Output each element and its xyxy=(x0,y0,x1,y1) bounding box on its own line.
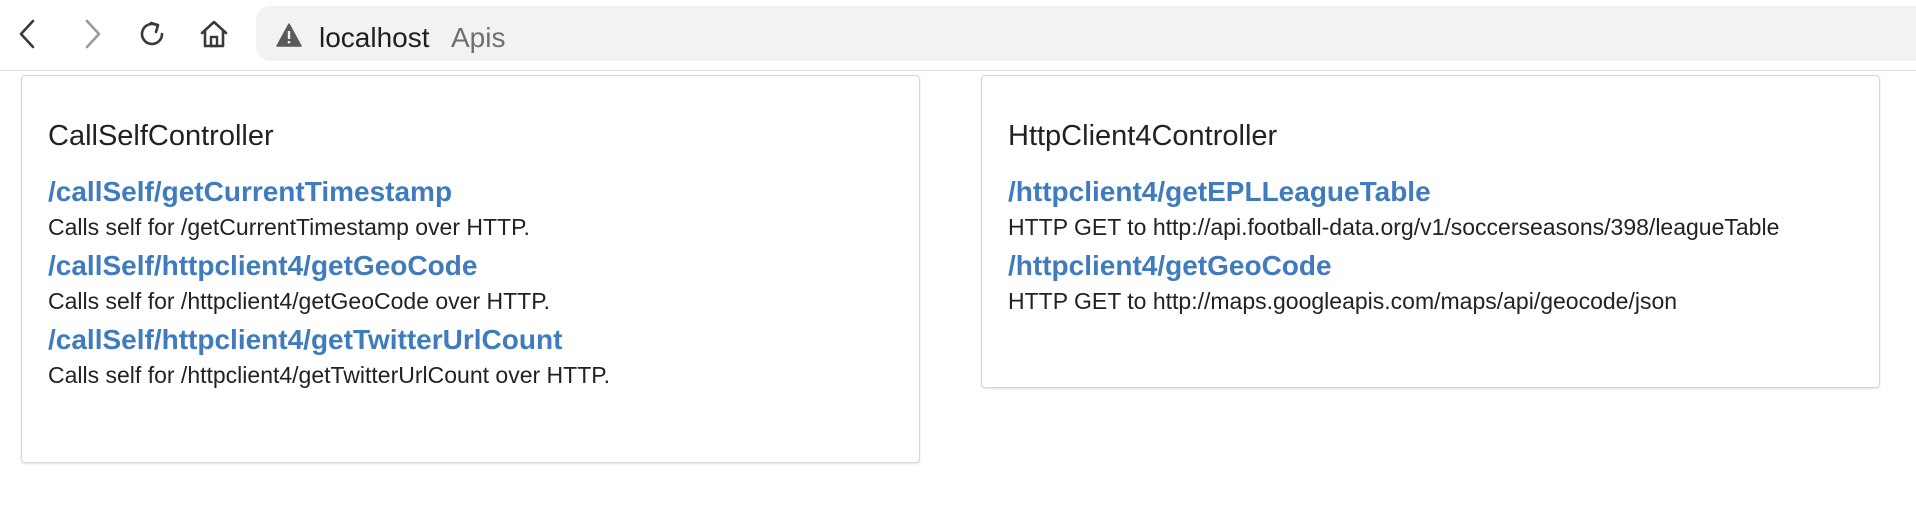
endpoint-link[interactable]: /callSelf/httpclient4/getGeoCode xyxy=(48,249,908,283)
reload-icon xyxy=(140,21,164,46)
endpoint-item: /callSelf/httpclient4/getTwitterUrlCount… xyxy=(48,323,908,391)
reload-button[interactable] xyxy=(128,10,176,58)
controller-card-httpclient4: HttpClient4Controller /httpclient4/getEP… xyxy=(981,75,1880,388)
endpoint-description: HTTP GET to http://maps.googleapis.com/m… xyxy=(1008,288,1678,314)
controller-title: CallSelfController xyxy=(48,120,274,152)
controller-title: HttpClient4Controller xyxy=(1008,120,1278,152)
home-button[interactable] xyxy=(190,10,238,58)
endpoint-item: /httpclient4/getEPLLeagueTable HTTP GET … xyxy=(1008,175,1868,243)
endpoint-link[interactable]: /httpclient4/getEPLLeagueTable xyxy=(1008,175,1868,209)
controller-card-callself: CallSelfController /callSelf/getCurrentT… xyxy=(21,75,920,463)
browser-toolbar: localhost Apis xyxy=(0,0,1916,71)
endpoint-item: /callSelf/getCurrentTimestamp Calls self… xyxy=(48,175,908,243)
endpoint-description: Calls self for /httpclient4/getTwitterUr… xyxy=(48,362,611,388)
endpoint-item: /callSelf/httpclient4/getGeoCode Calls s… xyxy=(48,249,908,317)
endpoint-link[interactable]: /httpclient4/getGeoCode xyxy=(1008,249,1868,283)
endpoint-description: HTTP GET to http://api.football-data.org… xyxy=(1008,214,1780,240)
endpoint-item: /httpclient4/getGeoCode HTTP GET to http… xyxy=(1008,249,1868,317)
forward-button[interactable] xyxy=(68,10,116,58)
address-bar[interactable]: localhost Apis xyxy=(256,6,1916,61)
home-icon xyxy=(200,20,228,48)
endpoint-link[interactable]: /callSelf/getCurrentTimestamp xyxy=(48,175,908,209)
chevron-left-icon xyxy=(19,19,35,49)
address-host[interactable]: localhost xyxy=(319,21,430,55)
endpoint-link[interactable]: /callSelf/httpclient4/getTwitterUrlCount xyxy=(48,323,908,357)
address-page-title: Apis xyxy=(451,22,506,53)
endpoint-description: Calls self for /httpclient4/getGeoCode o… xyxy=(48,288,550,314)
endpoint-description: Calls self for /getCurrentTimestamp over… xyxy=(48,214,530,240)
back-button[interactable] xyxy=(4,10,52,58)
warning-triangle-icon[interactable] xyxy=(276,23,302,47)
chevron-right-icon xyxy=(85,19,101,49)
